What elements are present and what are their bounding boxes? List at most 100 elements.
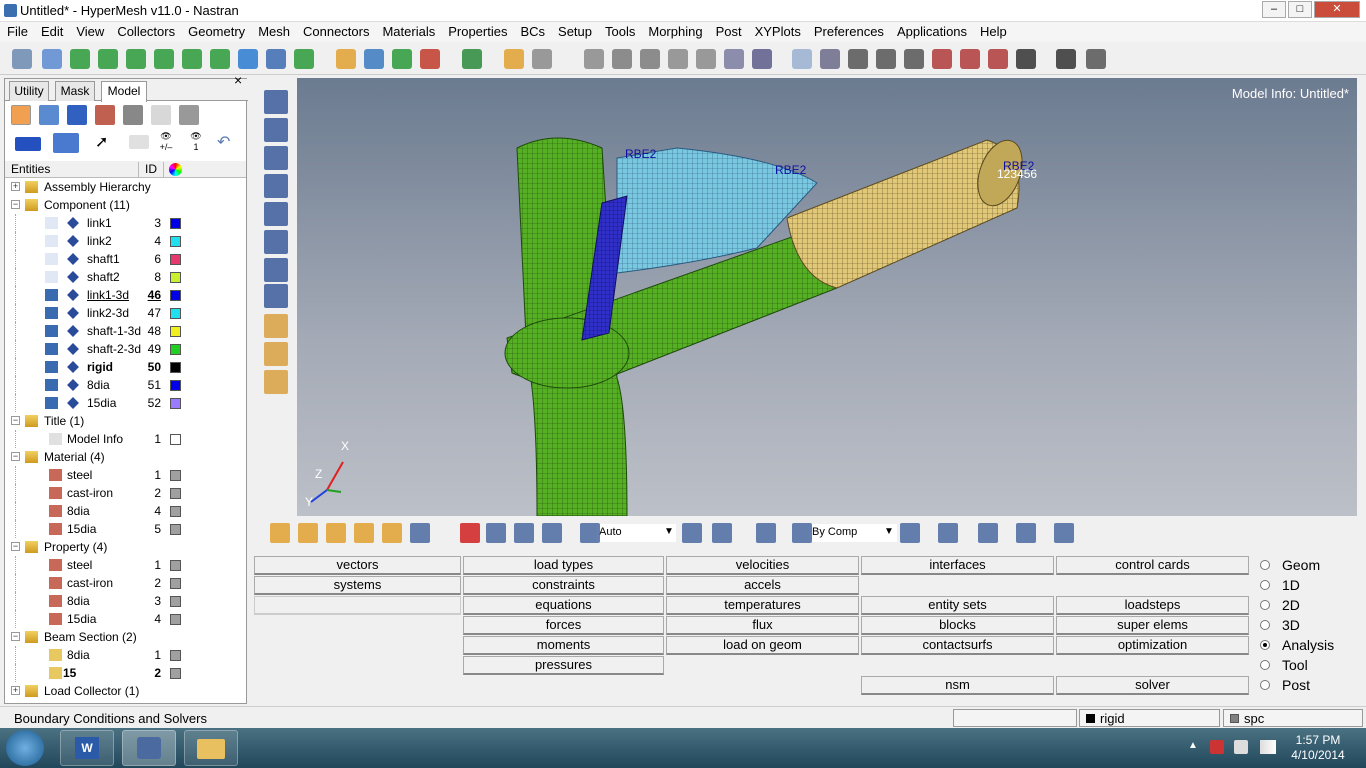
cube-blue-icon[interactable] <box>712 523 732 543</box>
material-view-icon[interactable] <box>95 105 115 125</box>
color-swatch[interactable] <box>170 398 181 409</box>
menu-setup[interactable]: Setup <box>551 22 598 42</box>
color-swatch[interactable] <box>170 218 181 229</box>
add-load-icon[interactable] <box>270 523 290 543</box>
edit-icon[interactable] <box>264 118 288 142</box>
pan-icon[interactable] <box>612 49 632 69</box>
menu-connectors[interactable]: Connectors <box>296 22 375 42</box>
action-center-icon[interactable] <box>1210 740 1224 754</box>
forces-button[interactable]: forces <box>463 616 664 635</box>
menu-view[interactable]: View <box>69 22 110 42</box>
abc-icon[interactable] <box>264 314 288 338</box>
moments-button[interactable]: moments <box>463 636 664 655</box>
cube-shaded-icon[interactable] <box>848 49 868 69</box>
node-icon[interactable] <box>752 49 772 69</box>
menu-mesh[interactable]: Mesh <box>251 22 296 42</box>
section-cut-icon[interactable] <box>932 49 952 69</box>
radio-button-icon[interactable] <box>1260 560 1270 570</box>
element-icon[interactable] <box>792 49 812 69</box>
status-field-empty[interactable] <box>953 709 1077 727</box>
color-mode-dropdown-icon[interactable]: ▼ <box>884 526 894 537</box>
contactsurfs-button[interactable]: contactsurfs <box>861 636 1054 655</box>
color-swatch[interactable] <box>170 524 181 535</box>
entity-sets-button[interactable]: entity sets <box>861 596 1054 615</box>
pressures-button[interactable]: pressures <box>463 656 664 675</box>
color-swatch[interactable] <box>170 326 181 337</box>
color-icon[interactable] <box>504 49 524 69</box>
menu-edit[interactable]: Edit <box>34 22 69 42</box>
accels-button[interactable]: accels <box>666 576 859 595</box>
tree-item[interactable]: 8dia 51 <box>5 376 246 394</box>
load-types-button[interactable]: load types <box>463 556 664 575</box>
folder-color-icon[interactable] <box>514 523 534 543</box>
panel-icon[interactable] <box>264 90 288 114</box>
menu-morphing[interactable]: Morphing <box>641 22 708 42</box>
spin-icon[interactable] <box>724 49 744 69</box>
auto-icon[interactable] <box>410 523 430 543</box>
tree-item[interactable]: link1-3d 46 <box>5 286 246 304</box>
color-column-header[interactable] <box>163 162 187 178</box>
optimization-button[interactable]: optimization <box>1056 636 1249 655</box>
color-swatch[interactable] <box>170 434 181 445</box>
radio-button-icon[interactable] <box>1260 620 1270 630</box>
tray-clock[interactable]: 1:57 PM 4/10/2014 <box>1286 733 1350 763</box>
tree-item[interactable]: 8dia 1 <box>5 646 246 664</box>
color-swatch[interactable] <box>170 488 181 499</box>
translate-icon[interactable] <box>668 49 688 69</box>
entities-column-label[interactable]: Entities <box>11 162 50 176</box>
color-swatch[interactable] <box>170 596 181 607</box>
device-icon[interactable] <box>1234 740 1248 754</box>
collapse-icon[interactable]: − <box>11 200 20 209</box>
solver-button[interactable]: solver <box>1056 676 1249 695</box>
color-swatch[interactable] <box>170 614 181 625</box>
color-swatch[interactable] <box>170 506 181 517</box>
tree-item[interactable]: 15dia 4 <box>5 610 246 628</box>
tree-item[interactable]: 8dia 3 <box>5 592 246 610</box>
loadsteps-button[interactable]: loadsteps <box>1056 596 1249 615</box>
color-swatch[interactable] <box>170 362 181 373</box>
visible-component-icon[interactable] <box>45 343 58 355</box>
tree-group[interactable]: + Assembly Hierarchy <box>5 178 246 196</box>
systems-button[interactable]: systems <box>254 576 461 595</box>
x-neg-icon[interactable] <box>98 49 118 69</box>
control-cards-button[interactable]: control cards <box>1056 556 1249 575</box>
shaded-icon[interactable] <box>682 523 702 543</box>
flux-button[interactable]: flux <box>666 616 859 635</box>
display-icon[interactable] <box>238 49 258 69</box>
color-swatch[interactable] <box>170 668 181 679</box>
binoculars-icon[interactable] <box>264 258 288 282</box>
tree-item[interactable]: shaft-1-3d 48 <box>5 322 246 340</box>
hand-icon[interactable] <box>640 49 660 69</box>
tree-item[interactable]: shaft-2-3d 49 <box>5 340 246 358</box>
maximize-button[interactable]: □ <box>1288 1 1312 18</box>
review-icon[interactable] <box>326 523 346 543</box>
abc-arrow-icon[interactable] <box>264 342 288 366</box>
taskbar-hypermesh-app[interactable] <box>122 730 176 766</box>
tree-item[interactable]: rigid 50 <box>5 358 246 376</box>
menu-post[interactable]: Post <box>709 22 748 42</box>
radio-button-icon[interactable] <box>1260 580 1270 590</box>
tree-item[interactable]: 15dia 5 <box>5 520 246 538</box>
cube-display-icon[interactable] <box>53 133 79 153</box>
load-on-geom-button[interactable]: load on geom <box>666 636 859 655</box>
comp-color-icon[interactable] <box>756 523 776 543</box>
plane-icon[interactable] <box>978 523 998 543</box>
window-icon[interactable] <box>1016 523 1036 543</box>
component-view-icon[interactable] <box>11 105 31 125</box>
eraser-icon[interactable] <box>129 135 149 149</box>
minimize-button[interactable]: – <box>1262 1 1286 18</box>
monitor-icon[interactable] <box>1054 523 1074 543</box>
info-icon[interactable] <box>264 284 288 308</box>
y-axis-icon[interactable] <box>126 49 146 69</box>
part-view-icon[interactable] <box>67 105 87 125</box>
attach-icon[interactable] <box>264 370 288 394</box>
tree-item[interactable]: 8dia 4 <box>5 502 246 520</box>
tree-item[interactable]: Model Info 1 <box>5 430 246 448</box>
save-icon[interactable] <box>364 49 384 69</box>
equations-button[interactable]: equations <box>463 596 664 615</box>
velocities-button[interactable]: velocities <box>666 556 859 575</box>
tree-item[interactable]: link1 3 <box>5 214 246 232</box>
tree-item[interactable]: shaft1 6 <box>5 250 246 268</box>
id-column-label[interactable]: ID <box>138 162 157 178</box>
tree-group[interactable]: − Component (11) <box>5 196 246 214</box>
